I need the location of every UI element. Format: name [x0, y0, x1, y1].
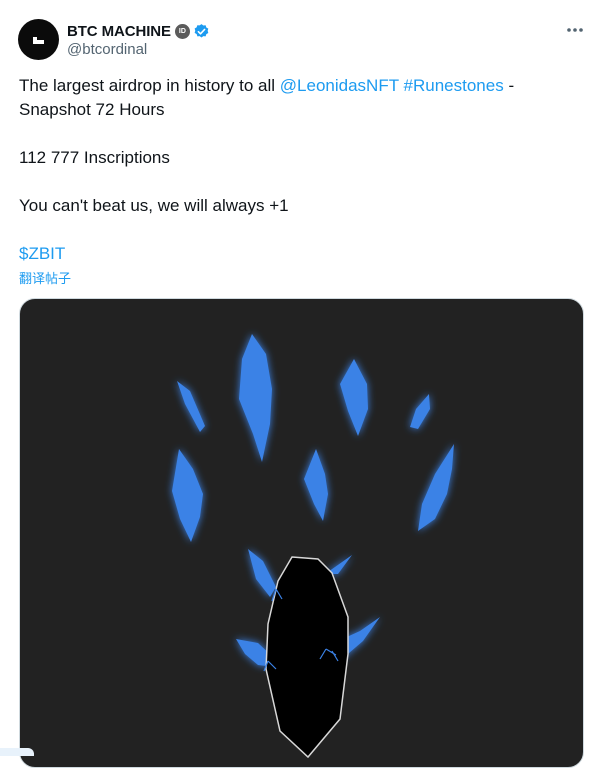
hashtag-link[interactable]: #Runestones: [404, 76, 504, 95]
blue-shard: [177, 381, 205, 432]
avatar[interactable]: [18, 19, 59, 60]
post-text-segment: The largest airdrop in history to all: [19, 76, 280, 95]
blue-shard: [304, 449, 328, 521]
id-badge-icon: ID: [174, 23, 190, 39]
verified-badge-icon: [194, 23, 209, 38]
post-text-segment: -: [503, 76, 515, 95]
mention-link[interactable]: @LeonidasNFT: [280, 76, 399, 95]
blue-shard: [248, 549, 276, 597]
more-options-icon[interactable]: [564, 20, 586, 40]
blue-shard: [340, 359, 368, 436]
post-line-2: Snapshot 72 Hours: [19, 100, 165, 119]
post-line-1: The largest airdrop in history to all @L…: [19, 74, 579, 98]
post-media-image[interactable]: [19, 298, 584, 768]
btc-machine-logo-icon: [33, 37, 44, 44]
author-name-row: BTC MACHINE ID: [67, 21, 210, 41]
blue-shard: [418, 444, 454, 531]
translate-post-link[interactable]: 翻译帖子: [19, 268, 71, 287]
post-line-3: 112 777 Inscriptions: [19, 148, 170, 167]
author-handle[interactable]: @btcordinal: [67, 41, 147, 58]
blue-shard: [410, 394, 430, 429]
author-display-name[interactable]: BTC MACHINE: [67, 23, 171, 40]
post-line-4: You can't beat us, we will always +1: [19, 196, 289, 215]
blue-shard: [239, 334, 272, 462]
corner-indicator: [0, 748, 34, 756]
post-text: The largest airdrop in history to all @L…: [19, 74, 579, 266]
cashtag-link[interactable]: $ZBIT: [19, 244, 65, 263]
blue-shard: [172, 449, 203, 542]
media-artwork: [172, 334, 454, 759]
